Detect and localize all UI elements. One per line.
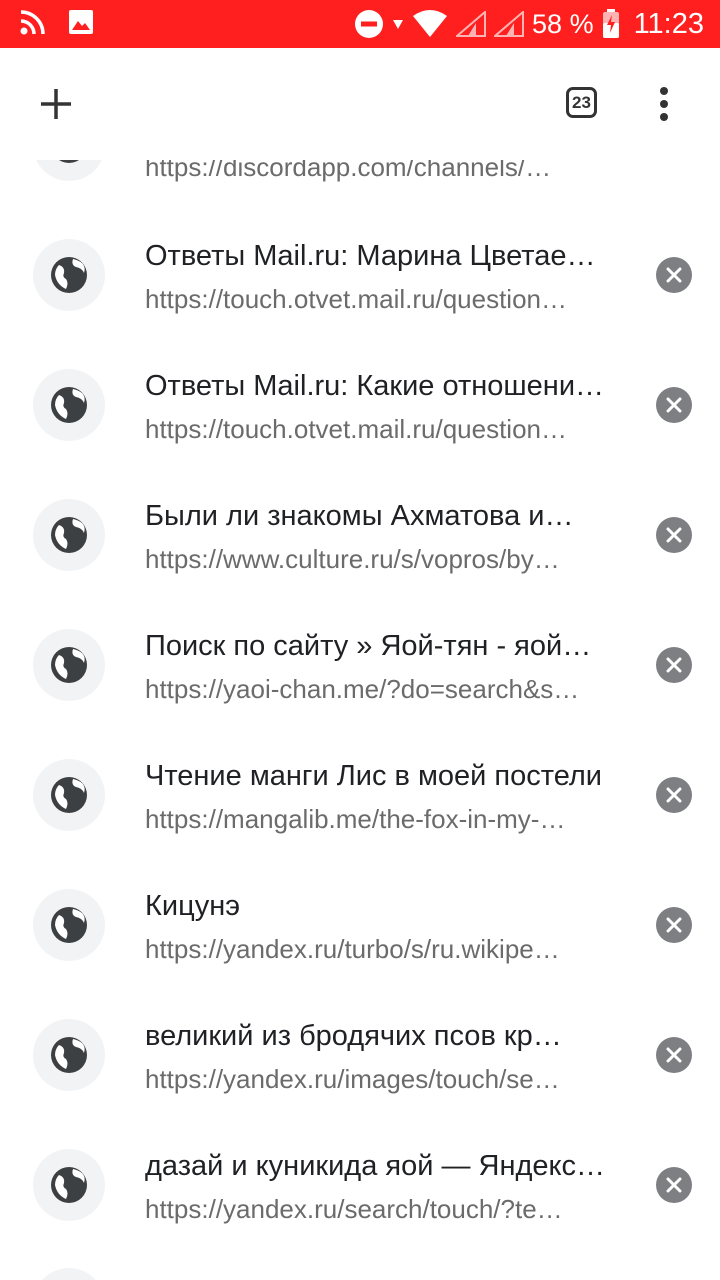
list-item[interactable]: великий из бродячих псов кр… https://yan… [0,988,720,1118]
plus-icon [41,89,71,119]
wifi-icon [413,10,448,37]
status-bar: 58 % 11:23 [0,0,720,48]
close-tab-button[interactable] [656,907,692,943]
tab-title: великий из бродячих псов кр… [145,1020,562,1052]
close-tab-button[interactable] [656,777,692,813]
close-icon [666,787,682,803]
signal-icon [494,11,525,37]
globe-icon [51,1037,87,1073]
globe-icon [51,387,87,423]
list-item[interactable]: Поиск по сайту » Яой-тян - яой… https://… [0,598,720,728]
list-item[interactable]: Ответы Mail.ru: Марина Цветаева… https:/… [0,208,720,338]
tab-url: https://www.culture.ru/s/vopros/by… [145,544,560,574]
close-icon [666,1177,682,1193]
close-icon [666,397,682,413]
tab-url: https://yandex.ru/images/touch/se… [145,1064,560,1094]
tab-title: Поиск по сайту » Яой-тян - яой… [145,630,592,662]
tab-url: https://yandex.ru/turbo/s/ru.wikipe… [145,934,560,964]
favicon [33,239,105,311]
globe-icon [51,907,87,943]
rss-icon [20,10,45,35]
tab-list: https://discordapp.com/channels/… Ответы… [0,160,720,1280]
menu-button[interactable] [640,76,688,132]
do-not-disturb-icon [355,10,384,38]
close-icon [666,1047,682,1063]
signal-icon [456,11,487,37]
tab-count-button[interactable]: 23 [566,87,597,118]
favicon [33,1149,105,1221]
globe-icon [51,257,87,293]
list-item[interactable]: Чтение манги Лис в моей постели https://… [0,728,720,858]
list-item[interactable]: Были ли знакомы Ахматова и… https://www.… [0,468,720,598]
favicon [33,889,105,961]
new-tab-button[interactable] [28,76,84,132]
close-icon [666,657,682,673]
tab-url: https://discordapp.com/channels/… [145,160,552,182]
globe-icon [51,647,87,683]
battery-percent: 58 % [532,8,594,39]
favicon [33,629,105,701]
clock: 11:23 [633,7,704,40]
close-icon [666,917,682,933]
tab-url: https://yandex.ru/search/touch/?te… [145,1194,563,1224]
tab-title: Кицунэ [145,890,241,922]
favicon [33,160,105,181]
close-tab-button[interactable] [656,387,692,423]
image-icon [69,10,93,34]
favicon [33,1268,105,1280]
close-tab-button[interactable] [656,517,692,553]
tab-title: Были ли знакомы Ахматова и… [145,500,574,532]
tab-url: https://yaoi-chan.me/?do=search&s… [145,674,580,704]
battery-charging-icon [602,9,619,38]
list-item[interactable]: дазай и куникида яой — Яндекс… https://y… [0,1118,720,1248]
close-tab-button[interactable] [656,257,692,293]
tab-switcher-toolbar: 23 [0,48,720,160]
tab-url: https://touch.otvet.mail.ru/question… [145,414,567,444]
globe-icon [51,1167,87,1203]
data-arrow-icon [393,20,404,29]
tab-title: Ответы Mail.ru: Какие отношения… [145,370,607,402]
tab-title: Ответы Mail.ru: Марина Цветаева… [145,240,607,272]
favicon [33,1019,105,1091]
globe-icon [59,160,79,163]
globe-icon [51,777,87,813]
list-item[interactable]: https://discordapp.com/channels/… [0,160,720,210]
close-tab-button[interactable] [656,647,692,683]
tab-url: https://touch.otvet.mail.ru/question… [145,284,567,314]
close-icon [666,267,682,283]
favicon [33,369,105,441]
more-vert-icon [660,87,668,121]
tab-title: дазай и куникида яой — Яндекс… [145,1150,606,1182]
close-tab-button[interactable] [656,1037,692,1073]
close-icon [666,527,682,543]
favicon [33,499,105,571]
list-item[interactable]: Кицунэ https://yandex.ru/turbo/s/ru.wiki… [0,858,720,988]
globe-icon [51,517,87,553]
tab-url: https://mangalib.me/the-fox-in-my-… [145,804,566,834]
favicon [33,759,105,831]
list-item[interactable]: Ответы Mail.ru: Какие отношения… https:/… [0,338,720,468]
close-tab-button[interactable] [656,1167,692,1203]
tab-title: Чтение манги Лис в моей постели [145,760,603,792]
